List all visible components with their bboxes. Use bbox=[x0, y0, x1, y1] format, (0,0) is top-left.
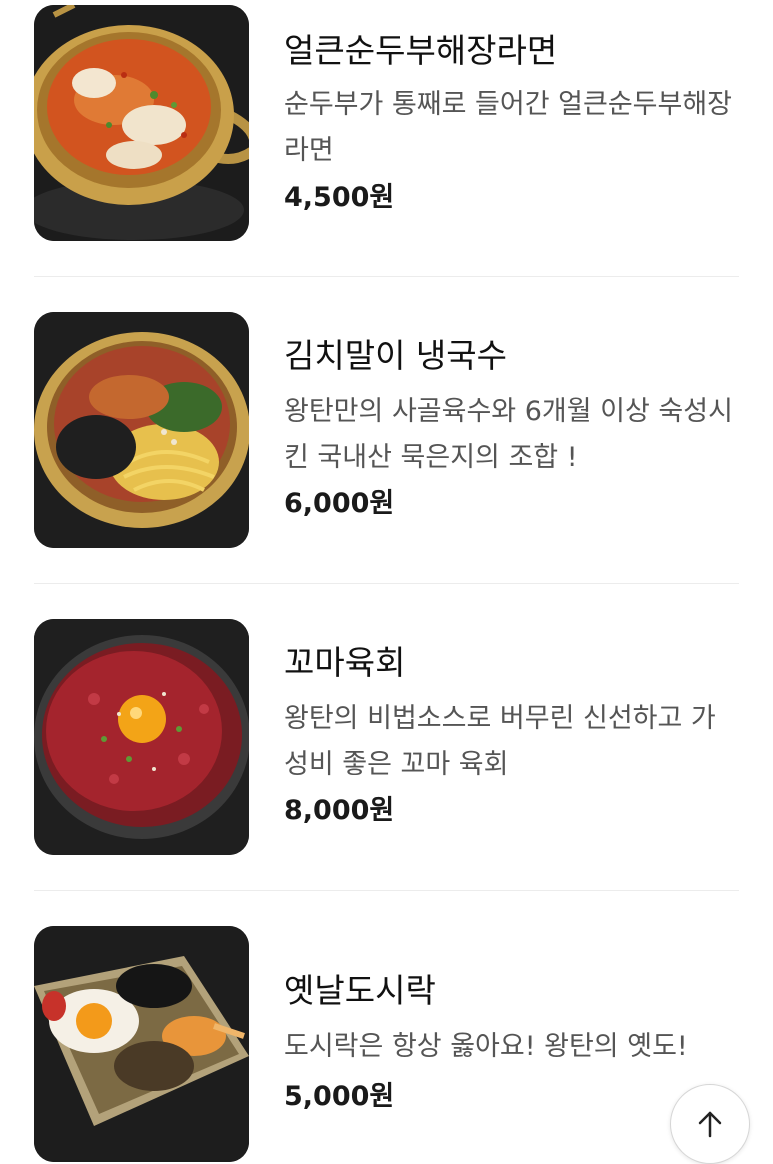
menu-item-price: 5,000원 bbox=[284, 1081, 395, 1112]
menu-item-description: 순두부가 통째로 들어간 얼큰순두부해장라면 bbox=[284, 89, 733, 166]
menu-item-description: 왕탄만의 사골육수와 6개월 이상 숙성시킨 국내산 묵은지의 조합 ! bbox=[284, 396, 733, 473]
menu-item-description: 왕탄의 비법소스로 버무린 신선하고 가성비 좋은 꼬마 육회 bbox=[284, 703, 716, 780]
ramen-pot-photo bbox=[34, 5, 249, 241]
arrow-up-icon bbox=[695, 1109, 725, 1139]
menu-item-description: 도시락은 항상 옳아요! 왕탄의 옛도! bbox=[284, 1031, 688, 1062]
menu-item-name: 얼큰순두부해장라면 bbox=[284, 31, 558, 70]
menu-item-price: 8,000원 bbox=[284, 795, 395, 826]
menu-item-name: 옛날도시락 bbox=[284, 971, 436, 1010]
beef-tartare-photo bbox=[34, 619, 249, 855]
menu-item-name: 꼬마육회 bbox=[284, 643, 406, 682]
scroll-to-top-button[interactable] bbox=[670, 1084, 750, 1164]
menu-item-name: 김치말이 냉국수 bbox=[284, 336, 508, 375]
menu-item-mini-yukhoe[interactable]: 꼬마육회 왕탄의 비법소스로 버무린 신선하고 가성비 좋은 꼬마 육회 8,0… bbox=[34, 619, 739, 855]
cold-noodle-pot-photo bbox=[34, 312, 249, 548]
divider bbox=[34, 583, 739, 584]
menu-item-price: 6,000원 bbox=[284, 488, 395, 519]
divider bbox=[34, 890, 739, 891]
menu-item-kimchi-cold-noodle[interactable]: 김치말이 냉국수 왕탄만의 사골육수와 6개월 이상 숙성시킨 국내산 묵은지의… bbox=[34, 312, 739, 548]
menu-item-soft-tofu-ramen[interactable]: 얼큰순두부해장라면 순두부가 통째로 들어간 얼큰순두부해장라면 4,500원 bbox=[34, 5, 739, 241]
menu-item-price: 4,500원 bbox=[284, 182, 395, 213]
divider bbox=[34, 276, 739, 277]
menu-item-old-lunchbox[interactable]: 옛날도시락 도시락은 항상 옳아요! 왕탄의 옛도! 5,000원 bbox=[34, 926, 739, 1162]
lunchbox-photo bbox=[34, 926, 249, 1162]
